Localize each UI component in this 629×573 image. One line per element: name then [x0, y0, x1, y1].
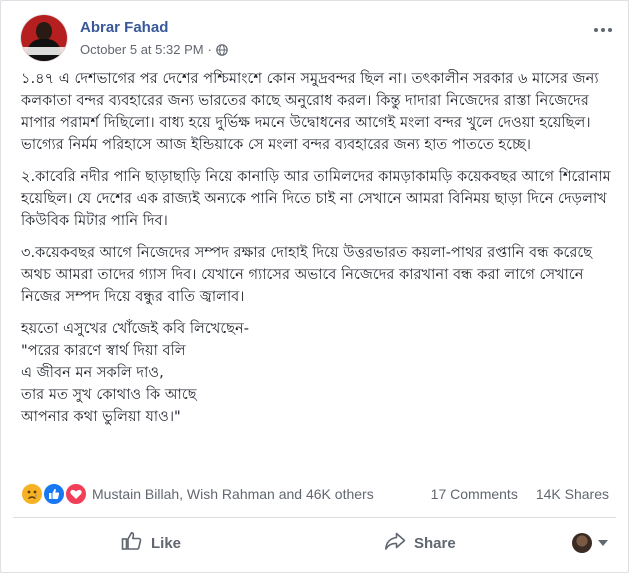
post-header: Abrar Fahad October 5 at 5:32 PM · [21, 15, 614, 65]
author-avatar[interactable] [21, 15, 67, 61]
actions-divider-top [13, 517, 616, 518]
author-name[interactable]: Abrar Fahad [80, 19, 168, 36]
reactions-bar: Mustain Billah, Wish Rahman and 46K othe… [21, 483, 613, 505]
viewer-avatar [572, 533, 592, 553]
share-icon [384, 531, 406, 555]
post-meta: October 5 at 5:32 PM · [80, 42, 228, 57]
avatar-band [21, 47, 67, 55]
post-paragraph-3: ৩.কয়েকবছর আগে নিজেদের সম্পদ রক্ষার দোহা… [21, 244, 593, 305]
globe-icon[interactable] [216, 43, 228, 56]
reaction-icons[interactable] [21, 483, 91, 505]
share-button[interactable]: Share [384, 525, 456, 561]
viewer-selector[interactable] [572, 533, 608, 553]
post-card: Abrar Fahad October 5 at 5:32 PM · ১.৪৭ … [0, 0, 629, 573]
post-paragraph-1: ১.৪৭ এ দেশভাগের পর দেশের পশ্চিমাংশে কোন … [21, 70, 599, 153]
thumbs-up-icon [121, 531, 143, 555]
post-paragraph-4: হয়তো এসুখের খোঁজেই কবি লিখেছেন- "পরের ক… [21, 320, 250, 425]
chevron-down-icon [598, 540, 608, 546]
action-bar: Like Share [13, 525, 616, 561]
more-options-icon[interactable] [592, 21, 614, 33]
share-label: Share [414, 534, 456, 552]
engagement-counts: 17 Comments 14K Shares [431, 486, 609, 502]
like-button[interactable]: Like [121, 525, 181, 561]
love-reaction-icon [65, 483, 87, 505]
like-label: Like [151, 534, 182, 552]
post-date[interactable]: October 5 at 5:32 PM [80, 42, 204, 57]
avatar-head [36, 22, 52, 40]
reaction-names[interactable]: Mustain Billah, Wish Rahman and 46K othe… [92, 486, 374, 502]
post-text: ১.৪৭ এ দেশভাগের পর দেশের পশ্চিমাংশে কোন … [21, 68, 617, 438]
comments-count[interactable]: 17 Comments [431, 486, 518, 502]
like-reaction-icon [43, 483, 65, 505]
post-paragraph-2: ২.কাবেরি নদীর পানি ছাড়াছাড়ি নিয়ে কানা… [21, 168, 611, 229]
sad-reaction-icon [21, 483, 43, 505]
shares-count[interactable]: 14K Shares [536, 486, 609, 502]
meta-separator: · [207, 42, 212, 57]
